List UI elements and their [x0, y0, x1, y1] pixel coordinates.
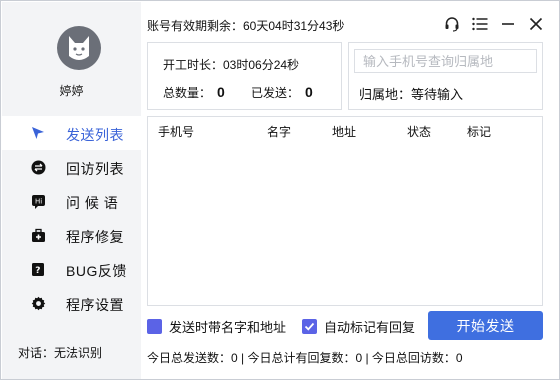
username: 婷婷: [59, 84, 84, 98]
gear-icon: [30, 295, 46, 311]
dialog-status: 对话：无法识别: [18, 346, 103, 360]
send-with-name-address-checkbox[interactable]: 发送时带名字和地址: [147, 317, 286, 336]
column-header-phone[interactable]: 手机号: [158, 123, 194, 140]
app-window: 婷婷 发送列表 回访列表 Hi 问 候 语 程序修复 ? BUG反馈 程序设置 …: [0, 0, 560, 380]
sidebar-item-settings[interactable]: 程序设置: [2, 286, 141, 320]
sidebar-item-revisit-list[interactable]: 回访列表: [2, 150, 141, 184]
sidebar-item-label: BUG反馈: [66, 263, 127, 279]
svg-text:?: ?: [35, 266, 40, 276]
lookup-result: 归属地：等待输入: [359, 87, 464, 102]
bug-feedback-icon: ?: [30, 261, 46, 277]
total-count-label: 总数量：: [163, 86, 212, 100]
svg-text:Hi: Hi: [35, 197, 42, 205]
phone-lookup-input[interactable]: [354, 49, 537, 73]
headset-icon[interactable]: [443, 15, 461, 33]
sidebar-item-bug-feedback[interactable]: ? BUG反馈: [2, 252, 141, 286]
avatar[interactable]: [57, 26, 101, 70]
column-header-status[interactable]: 状态: [407, 123, 431, 140]
daily-stats: 今日总发送数：0 | 今日总计有回复数：0 | 今日总回访数：0: [147, 351, 463, 365]
total-count: 总数量： 0: [163, 84, 225, 101]
start-send-button[interactable]: 开始发送: [428, 311, 543, 340]
work-time: 开工时长：03时06分24秒: [163, 58, 300, 72]
checkbox-label: 自动标记有回复: [324, 320, 416, 335]
phone-lookup-panel: 归属地：等待输入: [348, 42, 543, 110]
window-controls: [443, 15, 545, 33]
repair-kit-icon: [30, 227, 46, 243]
account-expiry: 账号有效期剩余：60天04时31分43秒: [147, 19, 345, 33]
work-stats-panel: 开工时长：03时06分24秒 总数量： 0 已发送： 0: [147, 42, 342, 110]
column-header-name[interactable]: 名字: [267, 123, 291, 140]
sidebar-item-send-list[interactable]: 发送列表: [2, 116, 141, 150]
sidebar-item-label: 程序设置: [66, 297, 124, 313]
menu-icon[interactable]: [471, 15, 489, 33]
minimize-icon[interactable]: [499, 15, 517, 33]
checkmark-icon: [304, 322, 315, 331]
auto-mark-replied-checkbox[interactable]: 自动标记有回复: [302, 317, 415, 336]
sidebar-item-label: 程序修复: [66, 229, 124, 245]
sent-count-value: 0: [305, 84, 313, 100]
send-list-table[interactable]: 手机号 名字 地址 状态 标记: [147, 116, 543, 306]
send-cursor-icon: [30, 125, 46, 141]
sidebar-item-label: 发送列表: [66, 127, 124, 143]
column-header-address[interactable]: 地址: [332, 123, 356, 140]
checkbox-box[interactable]: [147, 319, 162, 334]
sent-count: 已发送： 0: [251, 84, 313, 101]
sent-count-label: 已发送：: [251, 86, 300, 100]
checkbox-label: 发送时带名字和地址: [169, 320, 287, 335]
column-header-mark[interactable]: 标记: [467, 123, 491, 140]
sidebar-item-repair[interactable]: 程序修复: [2, 218, 141, 252]
close-icon[interactable]: [527, 15, 545, 33]
sidebar: 婷婷 发送列表 回访列表 Hi 问 候 语 程序修复 ? BUG反馈 程序设置 …: [2, 2, 141, 379]
sidebar-nav: 发送列表 回访列表 Hi 问 候 语 程序修复 ? BUG反馈 程序设置: [2, 116, 141, 320]
greeting-icon: Hi: [30, 193, 46, 209]
sidebar-item-greeting[interactable]: Hi 问 候 语: [2, 184, 141, 218]
revisit-icon: [30, 159, 46, 175]
checkbox-box[interactable]: [302, 319, 317, 334]
sidebar-item-label: 回访列表: [66, 161, 124, 177]
sidebar-item-label: 问 候 语: [66, 195, 119, 211]
total-count-value: 0: [217, 84, 225, 100]
